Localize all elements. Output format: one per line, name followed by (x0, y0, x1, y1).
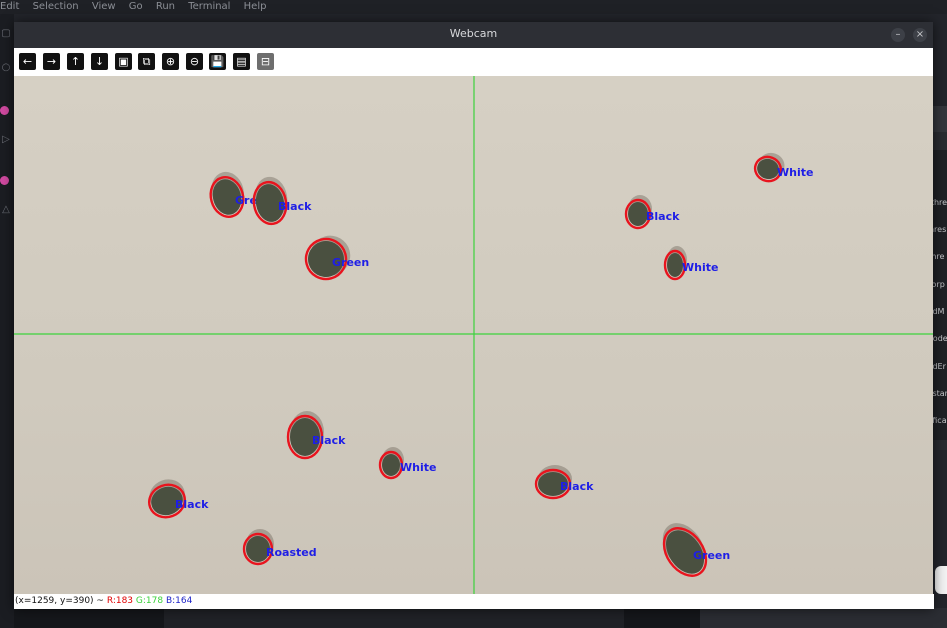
bean-label: Roasted (266, 546, 317, 559)
menu-run[interactable]: Run (156, 1, 175, 12)
extensions-badge (0, 176, 9, 185)
arrow-up-icon: ↑ (70, 55, 81, 68)
bean-body (628, 202, 648, 226)
bean-detection: Black (624, 195, 680, 230)
side-tab[interactable] (935, 566, 947, 594)
bean-detection: Black (534, 465, 594, 500)
zoom-in-button[interactable]: ⊕ (162, 53, 179, 70)
background-menu-bar: Edit Selection View Go Run Terminal Help (0, 0, 947, 14)
bean-detection: Green (662, 523, 730, 577)
background-terminal-area (14, 608, 947, 628)
pan-down-button[interactable]: ↓ (91, 53, 108, 70)
search-icon[interactable]: ○ (0, 62, 12, 74)
pan-right-button[interactable]: → (43, 53, 60, 70)
bean-label: Black (175, 498, 209, 511)
bean-body (382, 454, 400, 476)
cursor-coords: (x=1259, y=390) ~ (15, 596, 104, 606)
zoom-out-button[interactable]: ⊖ (186, 53, 203, 70)
menu-view[interactable]: View (92, 1, 116, 12)
bean-label: Black (312, 434, 346, 447)
properties-icon: ▤ (236, 55, 247, 68)
bean-detection: White (663, 246, 718, 281)
menu-edit[interactable]: Edit (0, 1, 19, 12)
status-bar: (x=1259, y=390) ~ R:183 G:178 B:164 (14, 594, 934, 609)
panel-icon: ⊟ (260, 55, 271, 68)
bean-label: White (682, 261, 718, 274)
menu-help[interactable]: Help (244, 1, 267, 12)
webcam-window: Webcam – × ← → ↑ ↓ ▣ ⧉ ⊕ ⊖ 💾 ▤ ⊟ Green Black Green Bl… (14, 22, 934, 609)
pixel-red: R:183 (106, 596, 134, 606)
flask-icon[interactable]: △ (0, 204, 12, 216)
bean-detection: White (753, 152, 813, 183)
image-toolbar: ← → ↑ ↓ ▣ ⧉ ⊕ ⊖ 💾 ▤ ⊟ (14, 48, 933, 76)
background-activity-bar: ▢ ○ ▷ △ (0, 14, 14, 628)
arrow-right-icon: → (46, 55, 57, 68)
zoom-out-icon: ⊖ (189, 55, 200, 68)
run-icon[interactable]: ▷ (0, 134, 12, 146)
close-button[interactable]: × (913, 28, 927, 42)
bean-body (667, 253, 683, 277)
bean-label: Black (278, 200, 312, 213)
bean-label: Black (560, 480, 594, 493)
bean-detection: Roasted (242, 529, 317, 566)
bean-detection: Green (304, 235, 369, 281)
files-icon[interactable]: ▢ (0, 28, 12, 40)
arrow-down-icon: ↓ (94, 55, 105, 68)
bean-detection: Black (252, 176, 312, 226)
bean-label: Black (646, 210, 680, 223)
menu-go[interactable]: Go (129, 1, 143, 12)
minimize-button[interactable]: – (891, 28, 905, 42)
detection-overlay: Green Black Green Black White White Black White… (14, 76, 933, 594)
source-control-badge (0, 106, 9, 115)
terminal-block (700, 608, 947, 628)
pixel-green: G:178 (135, 596, 164, 606)
zoom-original-button[interactable]: ▣ (115, 53, 132, 70)
pixel-blue: B:164 (165, 596, 193, 606)
pan-left-button[interactable]: ← (19, 53, 36, 70)
bean-detection: Black (286, 411, 346, 460)
zoom-fit-button[interactable]: ⧉ (138, 53, 155, 70)
save-icon: 💾 (210, 55, 225, 68)
window-titlebar[interactable]: Webcam – × (14, 22, 933, 48)
menu-terminal[interactable]: Terminal (188, 1, 230, 12)
zoom-in-icon: ⊕ (165, 55, 176, 68)
bean-label: White (400, 461, 436, 474)
show-properties-button[interactable]: ⊟ (257, 53, 274, 70)
bean-detection: Black (148, 479, 209, 519)
camera-frame[interactable]: Green Black Green Black White White Black White… (14, 76, 933, 594)
bean-detection: White (378, 447, 436, 480)
properties-button[interactable]: ▤ (233, 53, 250, 70)
bean-label: Green (693, 549, 730, 562)
bean-label: White (777, 166, 813, 179)
save-image-button[interactable]: 💾 (209, 53, 226, 70)
pan-up-button[interactable]: ↑ (67, 53, 84, 70)
arrow-left-icon: ← (22, 55, 33, 68)
bean-label: Green (332, 256, 369, 269)
terminal-block (164, 608, 624, 628)
window-title: Webcam (449, 27, 498, 40)
zoom-window-icon: ⧉ (142, 55, 151, 68)
zoom-fit-icon: ▣ (118, 55, 129, 68)
menu-selection[interactable]: Selection (33, 1, 79, 12)
